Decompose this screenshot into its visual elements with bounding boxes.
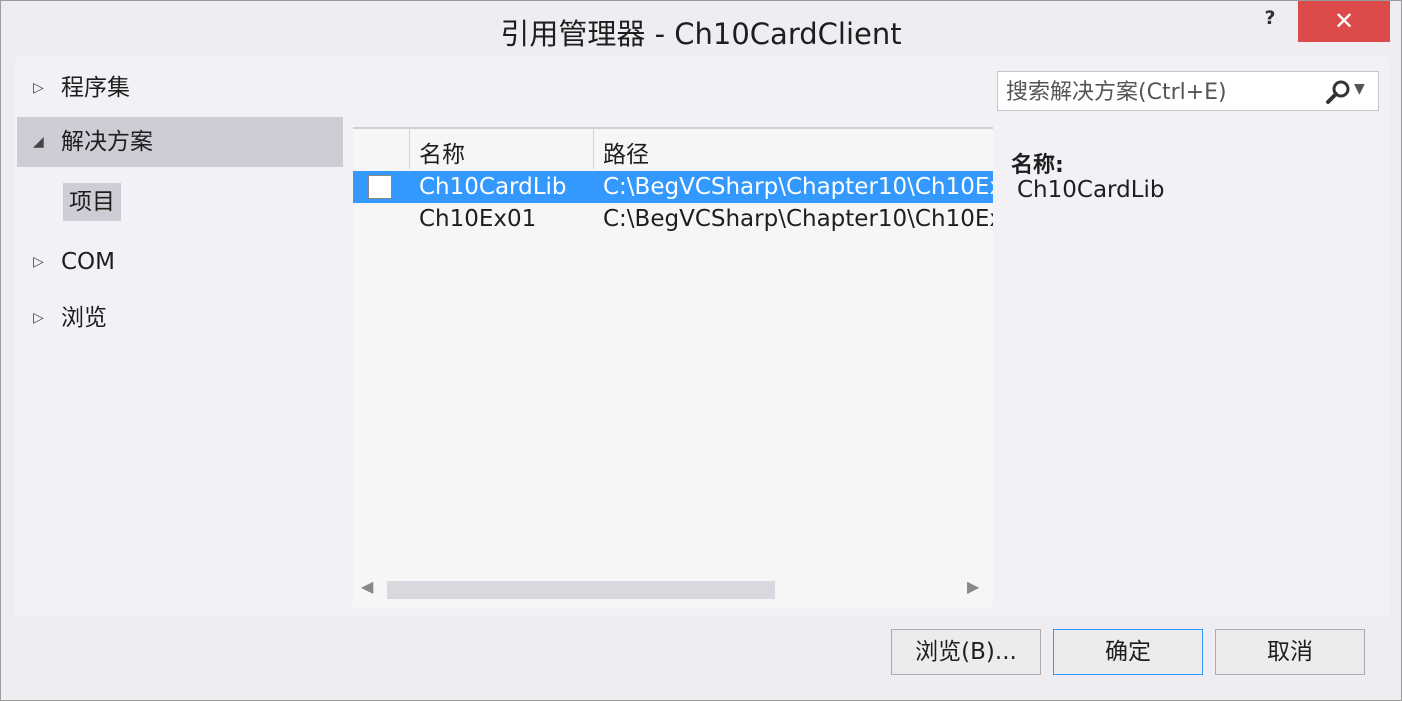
search-box[interactable]: ▼ <box>997 71 1379 111</box>
horizontal-scrollbar[interactable]: ◀ ▶ <box>353 573 993 603</box>
scroll-right-icon[interactable]: ▶ <box>967 577 979 596</box>
browse-button[interactable]: 浏览(B)... <box>891 629 1041 675</box>
row-path: C:\BegVCSharp\Chapter10\Ch10Ex <box>603 174 993 200</box>
search-input[interactable] <box>1004 76 1308 108</box>
expand-arrow-icon[interactable]: ▷ <box>33 293 44 343</box>
column-separator[interactable] <box>593 129 594 169</box>
collapse-arrow-icon[interactable]: ◢ <box>33 117 44 167</box>
sidebar-item-label: COM <box>61 249 116 275</box>
sidebar-item-browse[interactable]: ▷ 浏览 <box>17 293 343 343</box>
ok-button[interactable]: 确定 <box>1053 629 1203 675</box>
search-icon[interactable] <box>1324 79 1352 105</box>
column-header-name[interactable]: 名称 <box>419 135 465 169</box>
sidebar-item-label: 程序集 <box>61 75 130 101</box>
cancel-button[interactable]: 取消 <box>1215 629 1365 675</box>
column-separator[interactable] <box>409 129 410 169</box>
chevron-down-icon[interactable]: ▼ <box>1354 81 1365 97</box>
sidebar-item-solution[interactable]: ◢ 解决方案 <box>17 117 343 167</box>
reference-checkbox[interactable] <box>368 175 392 199</box>
sidebar-item-label: 浏览 <box>61 305 107 331</box>
row-path: C:\BegVCSharp\Chapter10\Ch10Ex <box>603 206 993 232</box>
row-name: Ch10CardLib <box>419 174 567 200</box>
sidebar-subitem-projects[interactable]: 项目 <box>63 183 121 221</box>
scroll-left-icon[interactable]: ◀ <box>361 577 373 596</box>
sidebar-item-com[interactable]: ▷ COM <box>17 237 343 287</box>
details-name-label: 名称: <box>1011 153 1064 178</box>
table-row[interactable]: Ch10Ex01 C:\BegVCSharp\Chapter10\Ch10Ex <box>353 203 993 235</box>
title-bar: 引用管理器 - Ch10CardClient ? ✕ <box>1 1 1401 57</box>
help-button[interactable]: ? <box>1247 7 1293 37</box>
reference-list: 名称 路径 Ch10CardLib C:\BegVCSharp\Chapter1… <box>353 127 993 607</box>
table-row[interactable]: Ch10CardLib C:\BegVCSharp\Chapter10\Ch10… <box>353 171 993 203</box>
expand-arrow-icon[interactable]: ▷ <box>33 237 44 287</box>
details-name-value: Ch10CardLib <box>1017 177 1165 203</box>
close-button[interactable]: ✕ <box>1298 1 1390 42</box>
column-header-path[interactable]: 路径 <box>603 135 649 169</box>
window-title: 引用管理器 - Ch10CardClient <box>500 17 902 51</box>
scroll-thumb[interactable] <box>387 581 775 599</box>
list-header: 名称 路径 <box>353 127 993 169</box>
reference-manager-dialog: 引用管理器 - Ch10CardClient ? ✕ ▷ 程序集 ◢ 解决方案 … <box>0 0 1402 701</box>
row-name: Ch10Ex01 <box>419 206 537 232</box>
expand-arrow-icon[interactable]: ▷ <box>33 63 44 113</box>
sidebar-item-assemblies[interactable]: ▷ 程序集 <box>17 63 343 113</box>
dialog-body: ▷ 程序集 ◢ 解决方案 项目 ▷ COM ▷ 浏览 名称 路径 Ch10Car… <box>15 57 1389 617</box>
sidebar-item-label: 解决方案 <box>61 129 153 155</box>
